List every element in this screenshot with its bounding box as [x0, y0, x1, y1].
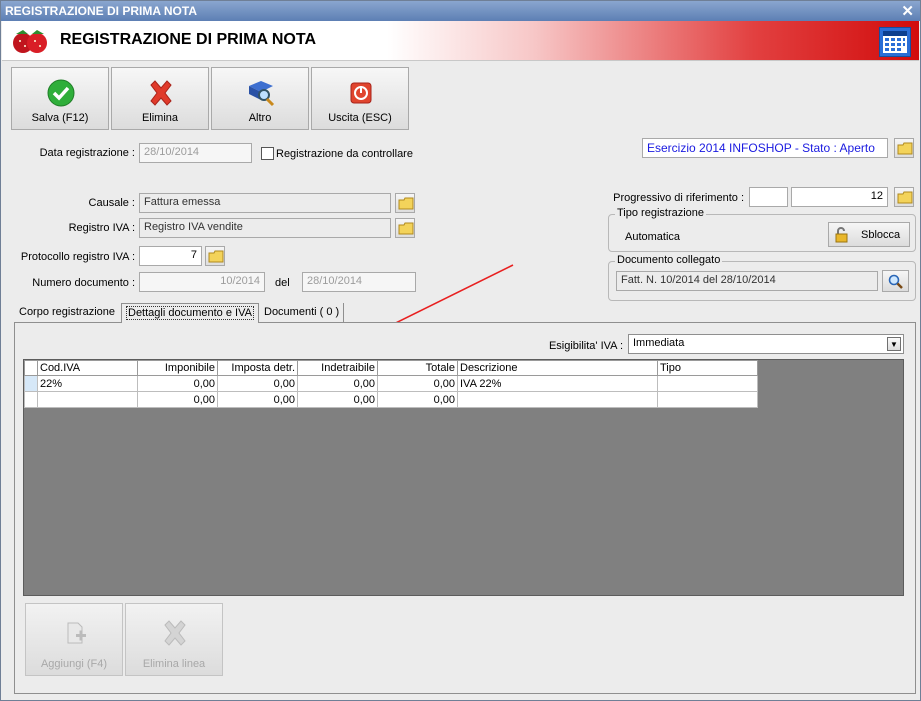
protocollo-field[interactable]: 7	[139, 246, 202, 266]
registro-iva-label: Registro IVA :	[68, 222, 135, 234]
data-registrazione-label: Data registrazione :	[39, 147, 135, 159]
folder-icon	[398, 197, 414, 210]
exit-button[interactable]: Uscita (ESC)	[311, 67, 409, 130]
column-header[interactable]: Indetraibile	[297, 360, 378, 376]
progressivo-field[interactable]: 12	[791, 187, 888, 207]
causale-field: Fattura emessa	[139, 193, 391, 213]
table-cell[interactable]: 0,00	[217, 375, 298, 392]
progressivo-folder-button[interactable]	[894, 187, 914, 207]
header-banner: REGISTRAZIONE DI PRIMA NOTA	[2, 21, 919, 61]
tipo-registrazione-value: Automatica	[625, 231, 681, 243]
iva-grid: Cod.IVA Imponibile Imposta detr. Indetra…	[23, 359, 904, 596]
window-title: REGISTRAZIONE DI PRIMA NOTA	[5, 4, 197, 18]
iva-table: Cod.IVA Imponibile Imposta detr. Indetra…	[24, 360, 758, 408]
checkmark-icon	[47, 79, 75, 107]
table-cell[interactable]: 0,00	[297, 391, 378, 408]
causale-label: Causale :	[88, 197, 135, 209]
tab-dettagli-documento-iva[interactable]: Dettagli documento e IVA	[121, 303, 259, 323]
numero-documento-field[interactable]: 10/2014	[139, 272, 265, 292]
documento-collegato-caption: Documento collegato	[615, 254, 723, 266]
registro-iva-folder-button[interactable]	[395, 218, 415, 238]
strawberry-logo-icon	[13, 30, 47, 53]
causale-folder-button[interactable]	[395, 193, 415, 213]
delete-button[interactable]: Elimina	[111, 67, 209, 130]
table-cell[interactable]: IVA 22%	[457, 375, 658, 392]
add-line-label: Aggiungi (F4)	[40, 658, 108, 670]
table-header-row: Cod.IVA Imponibile Imposta detr. Indetra…	[24, 360, 758, 376]
folder-icon	[398, 222, 414, 235]
table-cell[interactable]	[657, 391, 758, 408]
row-indicator-header	[24, 360, 38, 376]
page-title: REGISTRAZIONE DI PRIMA NOTA	[60, 31, 316, 48]
folder-icon	[897, 191, 913, 204]
esigibilita-select[interactable]: Immediata ▼	[628, 334, 904, 354]
numero-documento-label: Numero documento :	[32, 277, 135, 289]
documento-search-button[interactable]	[882, 270, 909, 292]
tab-corpo-registrazione[interactable]: Corpo registrazione	[15, 303, 119, 323]
sblocca-button[interactable]: Sblocca	[828, 222, 910, 247]
progressivo-label: Progressivo di riferimento :	[613, 192, 744, 204]
data-registrazione-field[interactable]: 28/10/2014	[139, 143, 252, 163]
padlock-icon	[835, 227, 848, 243]
column-header[interactable]: Cod.IVA	[37, 360, 138, 376]
tab-documenti[interactable]: Documenti ( 0 )	[260, 303, 345, 323]
table-cell[interactable]: 0,00	[377, 391, 458, 408]
delete-x-icon	[150, 80, 172, 106]
table-cell[interactable]	[457, 391, 658, 408]
add-line-button[interactable]: Aggiungi (F4)	[25, 603, 123, 676]
table-cell[interactable]: 0,00	[377, 375, 458, 392]
documento-collegato-field: Fatt. N. 10/2014 del 28/10/2014	[616, 271, 878, 291]
table-cell[interactable]: 0,00	[137, 375, 218, 392]
row-indicator[interactable]	[24, 391, 38, 408]
tipo-registrazione-caption: Tipo registrazione	[615, 207, 707, 219]
delete-x-icon	[164, 620, 186, 646]
da-controllare-label: Registrazione da controllare	[276, 148, 413, 160]
progressivo-prefix-field[interactable]	[749, 187, 788, 207]
table-row[interactable]: 22% 0,00 0,00 0,00 0,00 IVA 22%	[24, 375, 758, 392]
table-cell[interactable]	[657, 375, 758, 392]
del-label: del	[275, 277, 290, 289]
magnifier-icon	[888, 274, 903, 289]
protocollo-folder-button[interactable]	[205, 246, 225, 266]
registro-iva-field: Registro IVA vendite	[139, 218, 391, 238]
sblocca-label: Sblocca	[861, 229, 901, 241]
table-row[interactable]: 0,00 0,00 0,00 0,00	[24, 391, 758, 408]
power-icon	[350, 82, 372, 104]
folder-icon	[897, 142, 913, 155]
window: REGISTRAZIONE DI PRIMA NOTA ✕ REGISTRAZI…	[0, 0, 921, 701]
folder-icon	[208, 250, 224, 263]
add-document-icon	[67, 622, 86, 644]
other-button[interactable]: Altro	[211, 67, 309, 130]
remove-line-button[interactable]: Elimina linea	[125, 603, 223, 676]
chevron-down-icon[interactable]: ▼	[887, 337, 901, 351]
esigibilita-value: Immediata	[633, 337, 685, 349]
table-cell[interactable]: 0,00	[137, 391, 218, 408]
column-header[interactable]: Imponibile	[137, 360, 218, 376]
column-header[interactable]: Tipo	[657, 360, 758, 376]
esercizio-field: Esercizio 2014 INFOSHOP - Stato : Aperto	[642, 138, 888, 158]
column-header[interactable]: Descrizione	[457, 360, 658, 376]
table-cell[interactable]: 0,00	[217, 391, 298, 408]
column-header[interactable]: Totale	[377, 360, 458, 376]
table-cell[interactable]: 22%	[37, 375, 138, 392]
column-header[interactable]: Imposta detr.	[217, 360, 298, 376]
documento-collegato-group: Documento collegato Fatt. N. 10/2014 del…	[608, 254, 916, 301]
da-controllare-checkbox[interactable]	[261, 147, 274, 160]
close-icon[interactable]: ✕	[901, 2, 914, 20]
save-button[interactable]: Salva (F12)	[11, 67, 109, 130]
tab-dettagli-label: Dettagli documento e IVA	[126, 306, 254, 320]
tipo-registrazione-group: Tipo registrazione Automatica Sblocca	[608, 207, 916, 252]
table-cell[interactable]: 0,00	[297, 375, 378, 392]
row-indicator[interactable]	[24, 375, 38, 392]
book-search-icon	[249, 81, 275, 107]
calendar-icon[interactable]	[879, 27, 911, 57]
esercizio-folder-button[interactable]	[894, 138, 914, 158]
title-bar: REGISTRAZIONE DI PRIMA NOTA ✕	[1, 1, 920, 21]
protocollo-label: Protocollo registro IVA :	[20, 251, 135, 263]
remove-line-label: Elimina linea	[142, 658, 206, 670]
table-cell[interactable]	[37, 391, 138, 408]
esigibilita-label: Esigibilita' IVA :	[548, 340, 623, 352]
